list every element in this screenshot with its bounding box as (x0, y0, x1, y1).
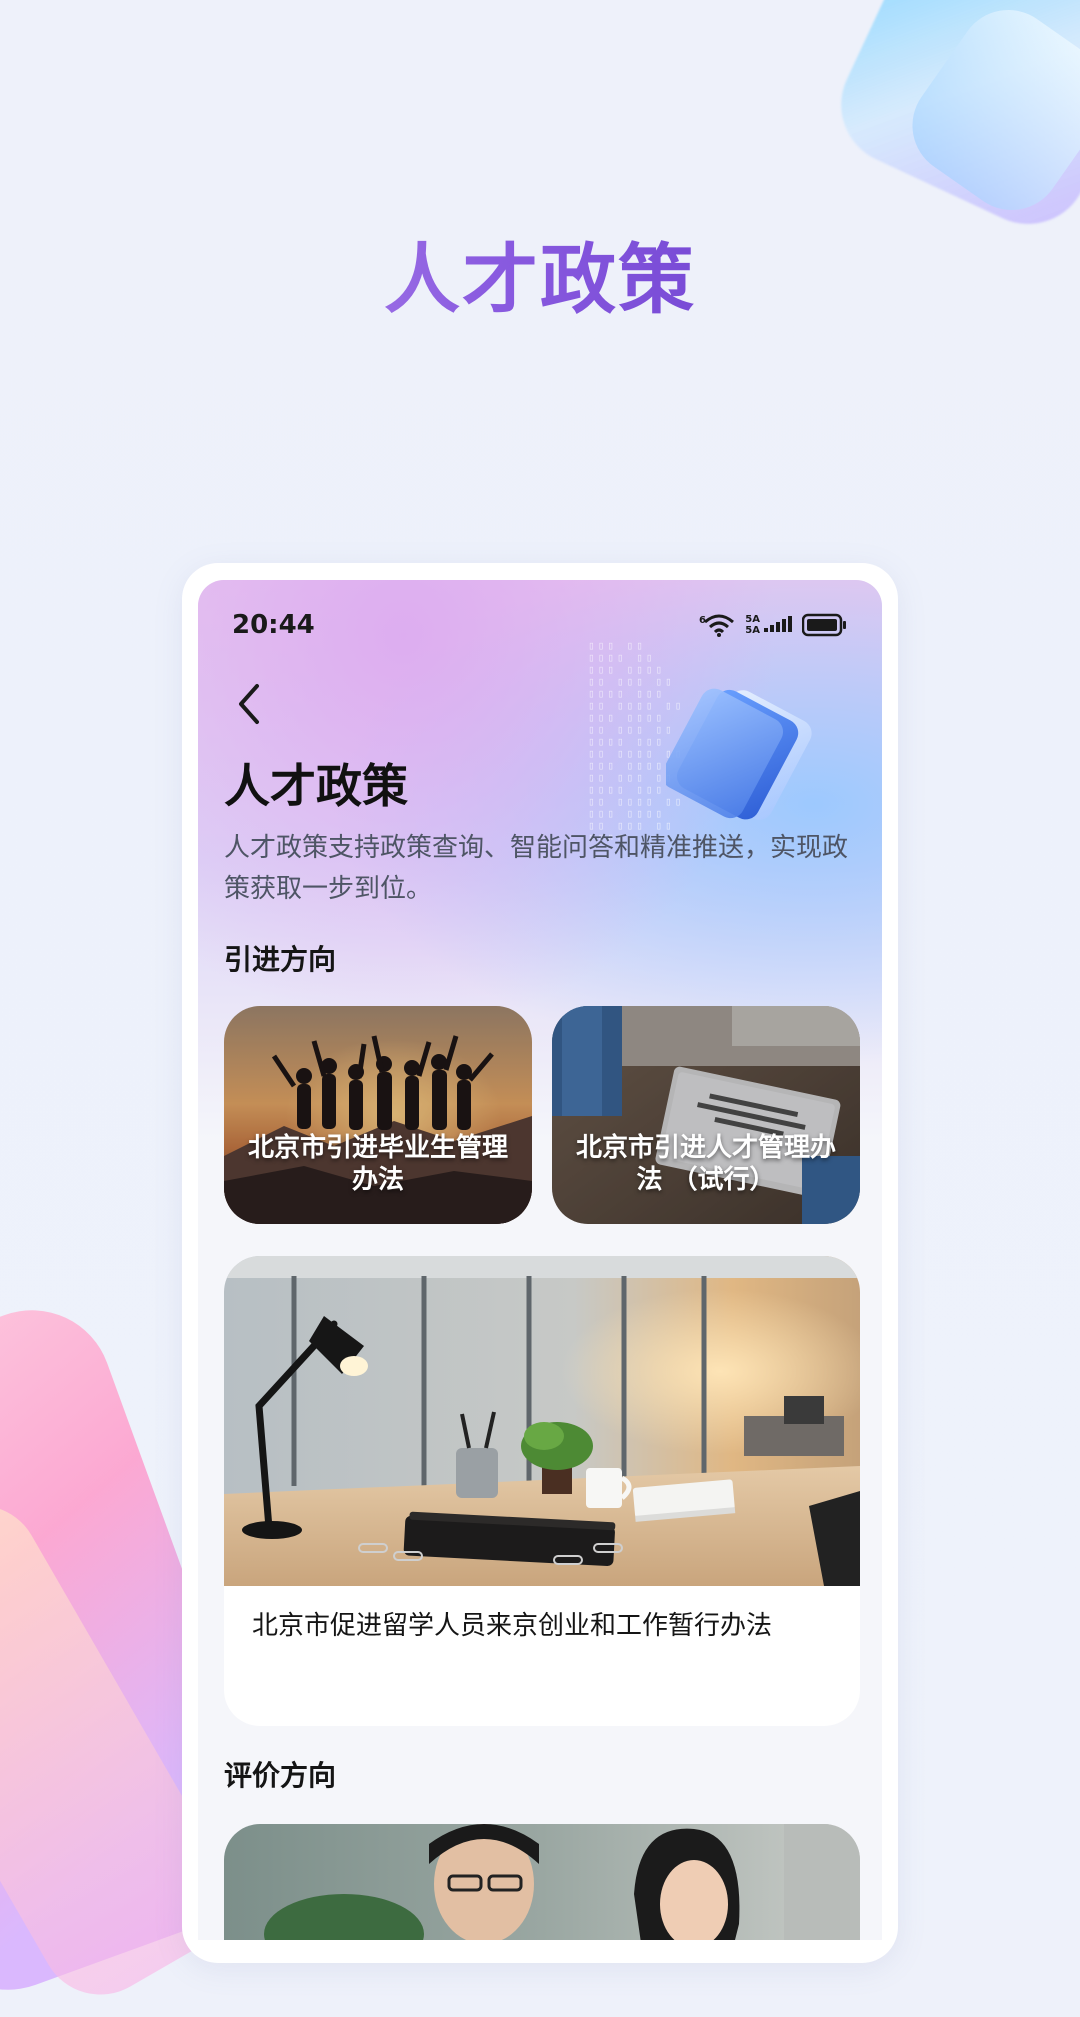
policy-card-label: 北京市引进毕业生管理办法 (247, 1133, 508, 1195)
back-button[interactable] (226, 680, 274, 728)
policy-card-caption: 北京市促进留学人员来京创业和工作暂行办法 (252, 1611, 773, 1641)
status-bar: 20:44 6 5A 5A (198, 580, 882, 680)
network-label-bottom: 5A (745, 625, 760, 636)
battery-icon (802, 613, 846, 637)
signal-icon: 5A 5A (745, 614, 794, 636)
card-image-meeting (224, 1824, 860, 1940)
network-label-top: 5A (745, 614, 760, 625)
section-title-evaluation: 评价方向 (224, 1759, 337, 1792)
policy-card-talents[interactable]: 北京市引进人才管理办法 （试行） (552, 1006, 860, 1224)
status-time: 20:44 (232, 610, 315, 640)
policy-card-graduates[interactable]: 北京市引进毕业生管理办法 (224, 1006, 532, 1224)
policy-card-evaluation[interactable] (224, 1824, 860, 1940)
card-image-office-desk (224, 1256, 860, 1586)
policy-card-overseas[interactable]: 北京市促进留学人员来京创业和工作暂行办法 (224, 1256, 860, 1726)
hero-title: 人才政策 (0, 232, 1080, 328)
wifi-icon: 6 (699, 614, 735, 637)
page-description: 人才政策支持政策查询、智能问答和精准推送，实现政策获取一步到位。 (224, 833, 849, 904)
policy-card-label: 北京市引进人才管理办法 （试行） (575, 1133, 836, 1195)
app-screen: ▯▯▯ ▯▯ ▯▯▯▯ ▯▯ ▯▯▯ ▯▯▯▯ ▯▯ ▯▯▯ ▯▯ ▯▯▯▯ ▯… (198, 580, 882, 1940)
page-title: 人才政策 (224, 759, 408, 813)
back-arrow-icon (239, 684, 259, 724)
status-icons: 6 5A 5A (699, 612, 848, 638)
section-title-introduction: 引进方向 (224, 943, 337, 976)
folder-icon (666, 688, 812, 820)
